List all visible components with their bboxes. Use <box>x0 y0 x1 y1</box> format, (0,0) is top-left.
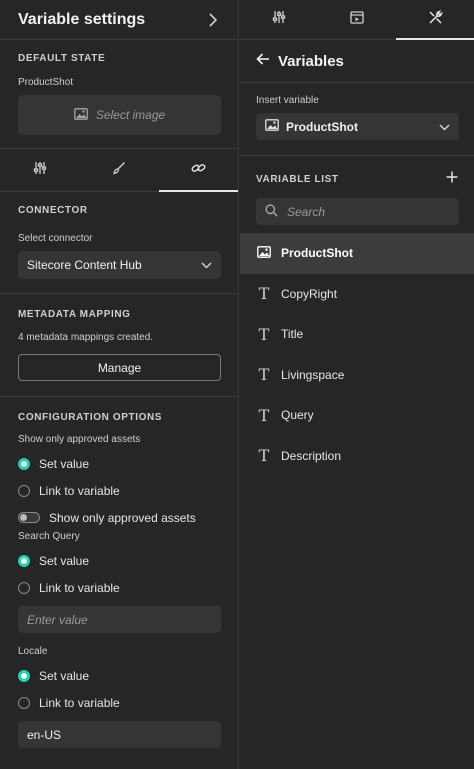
list-item-label: Query <box>281 408 314 423</box>
radio-label: Link to variable <box>39 695 120 710</box>
settings-tabs <box>0 149 239 192</box>
select-connector-label: Select connector <box>18 233 93 244</box>
insert-variable-label: Insert variable <box>256 95 319 106</box>
tools-icon <box>428 9 443 30</box>
section-heading: DEFAULT STATE <box>18 53 106 64</box>
radio-label: Link to variable <box>39 580 120 595</box>
radio-label: Set value <box>39 668 90 683</box>
radio-selected <box>18 457 30 470</box>
select-image-button[interactable]: Select image <box>18 95 221 135</box>
query-link-variable-radio[interactable]: Link to variable <box>18 574 220 601</box>
variable-search-input[interactable]: Search <box>256 198 459 225</box>
approved-assets-toggle[interactable]: Show only approved assets <box>18 504 220 531</box>
variable-settings-panel: Variable settings DEFAULT STATE ProductS… <box>0 0 239 769</box>
list-item-label: Title <box>281 327 304 342</box>
approved-assets-label: Show only approved assets <box>18 434 141 445</box>
list-item[interactable]: ProductShot <box>240 233 474 274</box>
approved-link-variable-radio[interactable]: Link to variable <box>18 477 220 504</box>
tab-animation[interactable] <box>318 0 396 39</box>
section-heading: CONNECTOR <box>18 205 88 216</box>
text-icon: T <box>258 284 270 304</box>
radio-label: Set value <box>39 456 90 471</box>
default-state-section: DEFAULT STATE ProductShot Select image <box>0 40 238 149</box>
toggle-label: Show only approved assets <box>49 510 196 525</box>
radio-label: Link to variable <box>39 483 120 498</box>
clapperboard-icon <box>350 10 364 29</box>
insert-variable-section: Insert variable ProductShot <box>240 83 474 156</box>
connector-value: Sitecore Content Hub <box>27 258 142 272</box>
text-icon: T <box>258 365 270 385</box>
connector-section: CONNECTOR Select connector Sitecore Cont… <box>0 192 238 294</box>
tab-connector[interactable] <box>158 149 239 192</box>
locale-link-variable-radio[interactable]: Link to variable <box>18 689 220 716</box>
chevron-right-icon[interactable] <box>206 12 220 27</box>
tab-settings[interactable] <box>240 0 318 39</box>
search-icon <box>265 203 278 220</box>
list-item[interactable]: T CopyRight <box>240 274 474 315</box>
configuration-options-section: CONFIGURATION OPTIONS Show only approved… <box>0 397 238 748</box>
list-item[interactable]: T Description <box>240 436 474 477</box>
text-icon: T <box>258 405 270 425</box>
image-icon <box>73 107 88 123</box>
image-icon <box>265 119 279 134</box>
chevron-down-icon <box>439 120 450 134</box>
link-icon <box>191 161 206 180</box>
radio-unselected <box>18 581 30 594</box>
tab-properties[interactable] <box>0 149 79 191</box>
variables-panel: Variables Insert variable ProductShot VA… <box>240 0 474 769</box>
image-icon <box>257 245 271 261</box>
list-item-label: Livingspace <box>281 367 345 382</box>
radio-unselected <box>18 484 30 497</box>
text-icon: T <box>258 324 270 344</box>
radio-selected <box>18 669 30 682</box>
connector-select[interactable]: Sitecore Content Hub <box>18 251 221 279</box>
approved-set-value-radio[interactable]: Set value <box>18 450 220 477</box>
select-image-label: Select image <box>95 108 166 122</box>
list-item-label: CopyRight <box>281 286 338 301</box>
list-item[interactable]: T Livingspace <box>240 355 474 396</box>
list-item-label: Description <box>281 448 342 463</box>
arrow-left-icon[interactable] <box>256 52 270 70</box>
list-item-label: ProductShot <box>281 246 353 261</box>
text-icon: T <box>258 446 270 466</box>
radio-label: Set value <box>39 553 90 568</box>
manage-button[interactable]: Manage <box>18 354 221 381</box>
metadata-mapping-section: METADATA MAPPING 4 metadata mappings cre… <box>0 294 238 397</box>
search-placeholder: Search <box>287 204 326 219</box>
sliders-icon <box>272 10 286 29</box>
radio-unselected <box>18 696 30 709</box>
locale-input[interactable]: en-US <box>18 721 221 748</box>
section-heading: METADATA MAPPING <box>18 309 131 320</box>
query-set-value-radio[interactable]: Set value <box>18 547 220 574</box>
locale-label: Locale <box>18 646 48 657</box>
tab-variables[interactable] <box>396 0 474 40</box>
insert-variable-select[interactable]: ProductShot <box>256 113 459 140</box>
tab-style[interactable] <box>79 149 158 191</box>
variables-title: Variables <box>278 52 344 70</box>
list-item[interactable]: T Title <box>240 314 474 355</box>
list-item[interactable]: T Query <box>240 395 474 436</box>
brush-icon <box>112 161 126 180</box>
field-label: ProductShot <box>18 77 74 88</box>
metadata-summary: 4 metadata mappings created. <box>18 332 154 343</box>
search-query-input[interactable]: Enter value <box>18 606 221 633</box>
variable-list-section: VARIABLE LIST Search <box>240 156 474 233</box>
add-variable-icon[interactable] <box>446 170 458 188</box>
chevron-down-icon <box>201 258 212 272</box>
radio-selected <box>18 554 30 567</box>
section-heading: CONFIGURATION OPTIONS <box>18 412 163 423</box>
insert-variable-value: ProductShot <box>286 119 358 134</box>
top-tabs <box>240 0 474 40</box>
panel-title: Variable settings <box>18 10 146 28</box>
panel-header: Variable settings <box>0 0 238 40</box>
variables-header: Variables <box>240 40 474 83</box>
toggle-switch[interactable] <box>18 512 40 523</box>
sliders-icon <box>33 161 47 180</box>
search-query-label: Search Query <box>18 531 80 542</box>
variable-list: ProductShot T CopyRight T Title T Living… <box>240 233 474 476</box>
locale-set-value-radio[interactable]: Set value <box>18 662 220 689</box>
variable-list-heading: VARIABLE LIST <box>256 173 339 185</box>
